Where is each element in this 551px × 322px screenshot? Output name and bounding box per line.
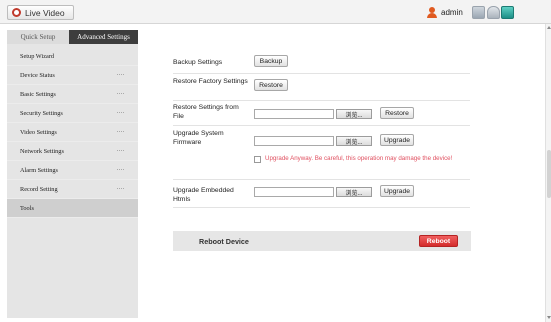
restore-factory-label: Restore Factory Settings	[173, 78, 248, 85]
submenu-indicator-icon	[117, 150, 124, 152]
upgrade-firmware-label: Upgrade System Firmware	[173, 130, 224, 146]
tab-quick-setup[interactable]: Quick Setup	[7, 30, 69, 44]
reboot-bar: Reboot Device Reboot	[173, 231, 471, 251]
sidebar-item-label: Record Setting	[20, 185, 58, 193]
sidebar-item-setup-wizard[interactable]: Setup Wizard	[7, 47, 138, 66]
submenu-indicator-icon	[117, 188, 124, 190]
sidebar-item-label: Tools	[20, 204, 34, 212]
submenu-indicator-icon	[117, 93, 124, 95]
user-name: admin	[441, 8, 463, 17]
scrollbar-thumb[interactable]	[547, 150, 551, 198]
sidebar-item-device-status[interactable]: Device Status	[7, 66, 138, 85]
grid-icon[interactable]	[472, 6, 485, 19]
restore-factory-button[interactable]: Restore	[254, 79, 288, 91]
upgrade-firmware-row: Upgrade System Firmware 浏览... Upgrade	[173, 126, 470, 180]
top-bar: Live Video admin	[0, 0, 551, 24]
submenu-indicator-icon	[117, 131, 124, 133]
backup-settings-label: Backup Settings	[173, 59, 223, 66]
sidebar-item-label: Video Settings	[20, 128, 57, 136]
reboot-device-label: Reboot Device	[199, 237, 249, 246]
sidebar-menu: Setup Wizard Device Status Basic Setting…	[7, 47, 138, 218]
sidebar-item-network-settings[interactable]: Network Settings	[7, 142, 138, 161]
sidebar-item-tools[interactable]: Tools	[7, 199, 138, 218]
user-area[interactable]: admin	[427, 6, 463, 19]
restore-file-row: Restore Settings from File 浏览... Restore	[173, 101, 470, 126]
tools-panel: Backup Settings Backup Restore Factory S…	[140, 30, 545, 318]
user-icon	[427, 7, 437, 18]
htmls-browse-button[interactable]: 浏览...	[336, 187, 372, 197]
sidebar-item-label: Network Settings	[20, 147, 64, 155]
firmware-file-input[interactable]	[254, 136, 334, 146]
restore-file-button[interactable]: Restore	[380, 107, 414, 119]
sidebar-item-basic-settings[interactable]: Basic Settings	[7, 85, 138, 104]
scroll-down-icon[interactable]	[547, 316, 551, 319]
tab-advanced-settings[interactable]: Advanced Settings	[69, 30, 138, 44]
restore-file-input[interactable]	[254, 109, 334, 119]
sidebar-item-video-settings[interactable]: Video Settings	[7, 123, 138, 142]
htmls-file-input[interactable]	[254, 187, 334, 197]
sidebar-item-record-setting[interactable]: Record Setting	[7, 180, 138, 199]
scroll-up-icon[interactable]	[547, 26, 551, 29]
headset-icon[interactable]	[487, 6, 500, 19]
sidebar-item-label: Security Settings	[20, 109, 63, 117]
restore-browse-button[interactable]: 浏览...	[336, 109, 372, 119]
upgrade-anyway-warning: Upgrade Anyway. Be careful, this operati…	[265, 155, 453, 162]
submenu-indicator-icon	[117, 169, 124, 171]
upgrade-htmls-label: Upgrade Embedded Htmls	[173, 187, 234, 203]
reboot-button[interactable]: Reboot	[419, 235, 458, 247]
live-video-label: Live Video	[25, 7, 65, 18]
backup-row: Backup Settings Backup	[173, 52, 470, 74]
sidebar-item-security-settings[interactable]: Security Settings	[7, 104, 138, 123]
restore-file-label: Restore Settings from File	[173, 104, 239, 120]
backup-button[interactable]: Backup	[254, 55, 288, 67]
settings-tabs: Quick Setup Advanced Settings	[7, 30, 138, 44]
upgrade-firmware-button[interactable]: Upgrade	[380, 134, 414, 146]
monitor-icon[interactable]	[501, 6, 514, 19]
live-video-button[interactable]: Live Video	[7, 5, 74, 20]
upgrade-htmls-button[interactable]: Upgrade	[380, 185, 414, 197]
firmware-browse-button[interactable]: 浏览...	[336, 136, 372, 146]
submenu-indicator-icon	[117, 74, 124, 76]
upgrade-htmls-row: Upgrade Embedded Htmls 浏览... Upgrade	[173, 180, 470, 208]
scrollbar[interactable]	[545, 24, 551, 322]
restore-factory-row: Restore Factory Settings Restore	[173, 74, 470, 101]
sidebar-item-label: Basic Settings	[20, 90, 56, 98]
submenu-indicator-icon	[117, 112, 124, 114]
sidebar-item-alarm-settings[interactable]: Alarm Settings	[7, 161, 138, 180]
sidebar-item-label: Setup Wizard	[20, 52, 55, 60]
camera-record-icon	[12, 8, 21, 17]
sidebar-item-label: Device Status	[20, 71, 55, 79]
sidebar-item-label: Alarm Settings	[20, 166, 58, 174]
upgrade-anyway-checkbox[interactable]	[254, 156, 261, 163]
